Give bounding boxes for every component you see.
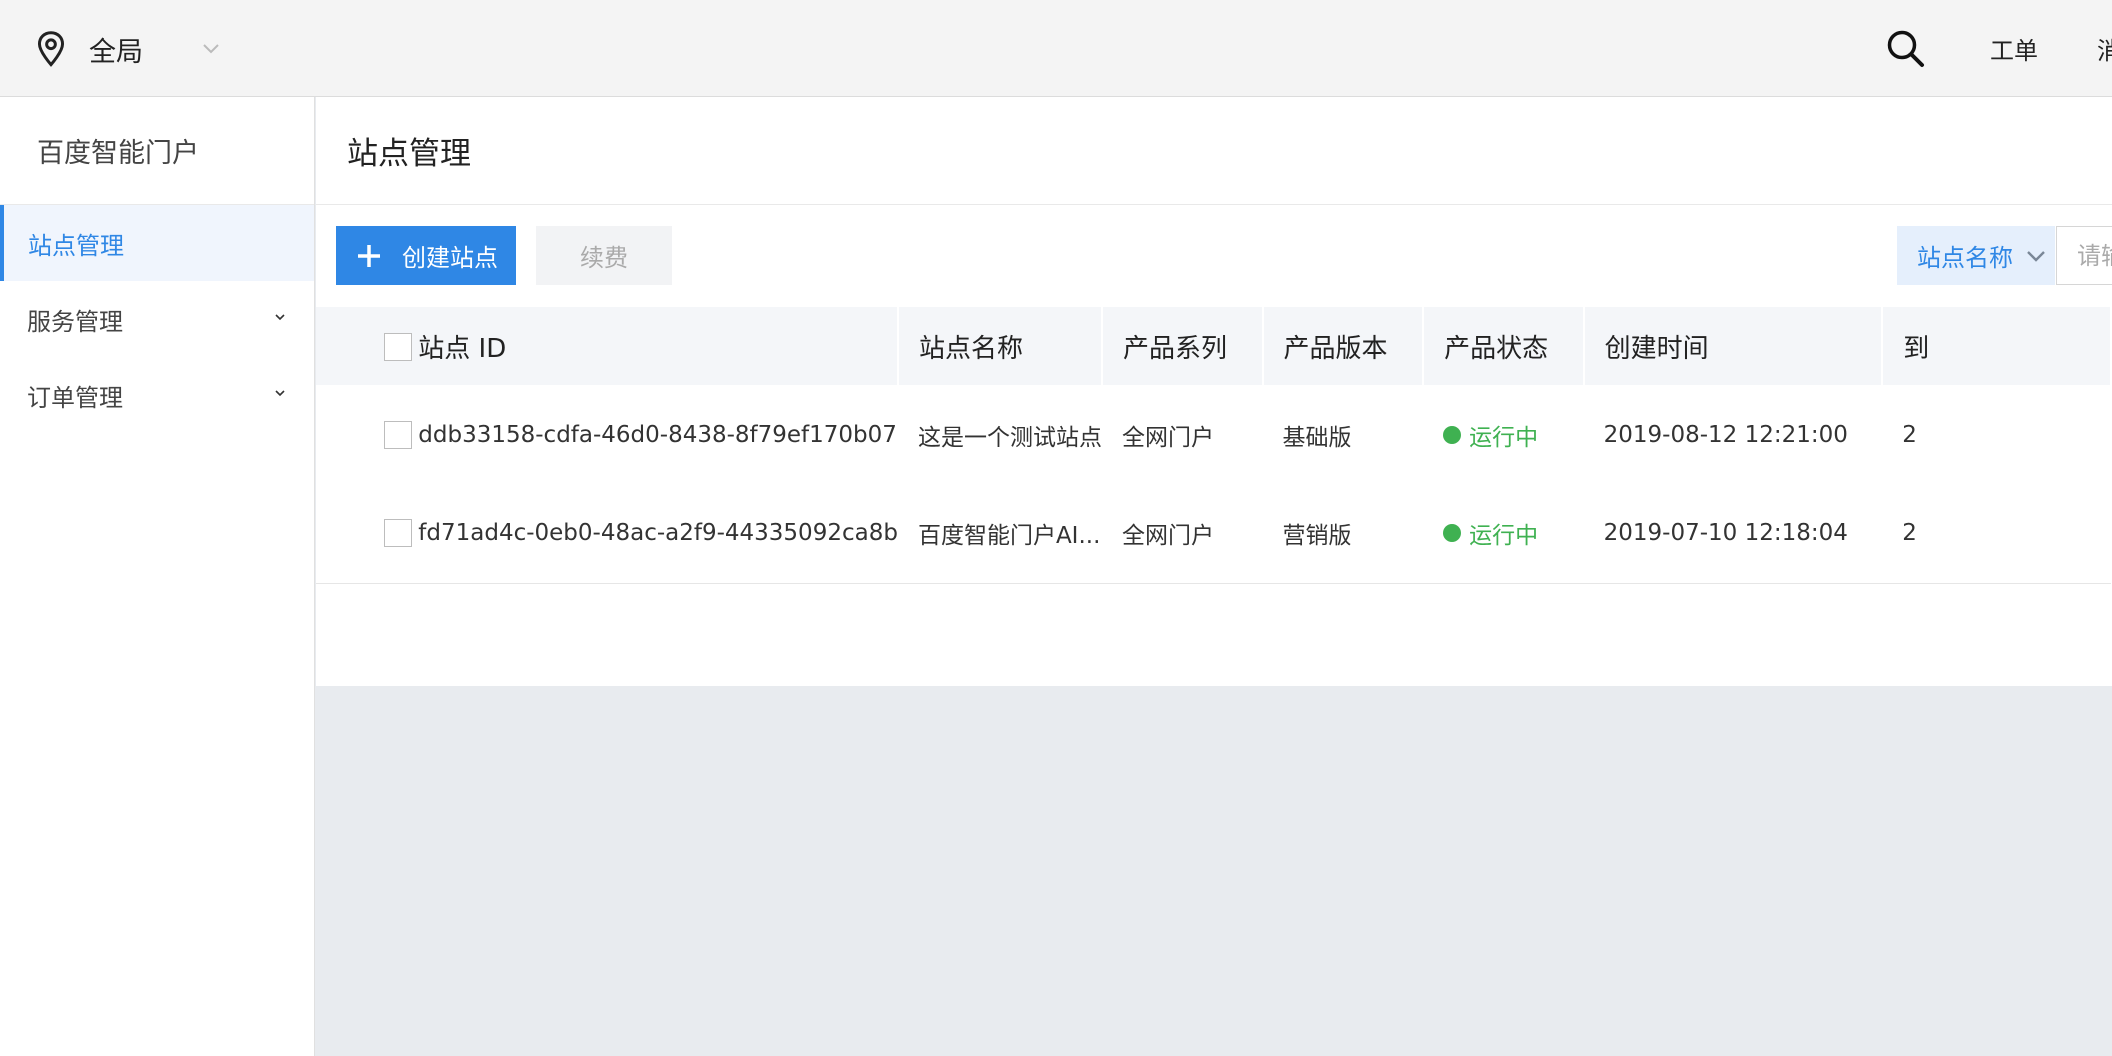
status-badge: 运行中 bbox=[1443, 516, 1538, 550]
sidebar: 百度智能门户 站点管理 服务管理 订单管理 bbox=[0, 97, 315, 1056]
filter-field-label: 站点名称 bbox=[1917, 244, 2013, 272]
column-header-product-series[interactable]: 产品系列 bbox=[1101, 307, 1264, 385]
product-series-cell: 全网门户 bbox=[1121, 424, 1214, 451]
site-id-cell: ddb33158-cdfa-46d0-8438-8f79ef170b07 bbox=[418, 421, 897, 448]
row-select-cell bbox=[316, 484, 418, 583]
chevron-down-icon bbox=[2027, 250, 2045, 262]
product-version-cell: 基础版 bbox=[1282, 424, 1352, 451]
row-select-cell bbox=[316, 385, 418, 484]
site-id-cell: fd71ad4c-0eb0-48ac-a2f9-44335092ca8b bbox=[418, 520, 898, 547]
product-series-cell: 全网门户 bbox=[1121, 523, 1214, 550]
main-panel: 站点管理 创建站点 续费 站点名称 请输 站点 ID 站点名称 产品系列 产品版… bbox=[316, 97, 2112, 686]
chevron-down-icon bbox=[275, 314, 285, 321]
column-header-product-status[interactable]: 产品状态 bbox=[1423, 307, 1585, 385]
table-header-row: 站点 ID 站点名称 产品系列 产品版本 产品状态 创建时间 到 bbox=[316, 307, 2112, 385]
status-text: 运行中 bbox=[1469, 523, 1539, 550]
sidebar-item-service-management[interactable]: 服务管理 bbox=[0, 281, 314, 357]
column-header-created-time[interactable]: 创建时间 bbox=[1583, 307, 1884, 385]
search-input[interactable] bbox=[2056, 226, 2112, 285]
row-checkbox[interactable] bbox=[384, 420, 412, 449]
status-dot-icon bbox=[1443, 524, 1462, 543]
message-link[interactable]: 消 bbox=[2097, 31, 2112, 66]
created-time-cell: 2019-07-10 12:18:04 bbox=[1603, 520, 1848, 547]
sidebar-item-label: 站点管理 bbox=[28, 231, 124, 260]
column-header-expire-time[interactable]: 到 bbox=[1882, 307, 2112, 385]
sidebar-item-site-management[interactable]: 站点管理 bbox=[0, 205, 314, 281]
create-site-label: 创建站点 bbox=[402, 245, 498, 272]
region-selector[interactable]: 全局 bbox=[34, 28, 221, 70]
chevron-down-icon bbox=[275, 390, 285, 397]
product-status-cell: 运行中 bbox=[1423, 484, 1584, 583]
created-time-cell: 2019-08-12 12:21:00 bbox=[1603, 421, 1848, 448]
column-header-product-version[interactable]: 产品版本 bbox=[1262, 307, 1425, 385]
create-site-button[interactable]: 创建站点 bbox=[336, 226, 516, 285]
renew-button[interactable]: 续费 bbox=[536, 226, 672, 285]
top-bar: 全局 工单 消 bbox=[0, 0, 2112, 97]
ticket-link[interactable]: 工单 bbox=[1990, 31, 2038, 66]
region-label: 全局 bbox=[89, 36, 143, 68]
site-name-cell: 百度智能门户AI... bbox=[917, 523, 1101, 550]
select-all-cell bbox=[316, 307, 418, 385]
toolbar: 创建站点 续费 站点名称 bbox=[316, 205, 2112, 304]
product-status-cell: 运行中 bbox=[1423, 385, 1584, 484]
status-badge: 运行中 bbox=[1443, 418, 1538, 452]
expire-time-cell: 2 bbox=[1902, 421, 1917, 448]
page-title: 站点管理 bbox=[316, 97, 2112, 205]
sidebar-item-order-management[interactable]: 订单管理 bbox=[0, 357, 314, 433]
row-checkbox[interactable] bbox=[384, 519, 412, 548]
plus-icon bbox=[358, 244, 380, 267]
chevron-down-icon bbox=[203, 44, 219, 54]
table-row: fd71ad4c-0eb0-48ac-a2f9-44335092ca8b 百度智… bbox=[316, 484, 2111, 583]
expire-time-cell: 2 bbox=[1902, 520, 1917, 547]
select-all-checkbox[interactable] bbox=[384, 332, 412, 361]
column-header-site-name[interactable]: 站点名称 bbox=[897, 307, 1103, 385]
table-row: ddb33158-cdfa-46d0-8438-8f79ef170b07 这是一… bbox=[316, 385, 2111, 484]
sidebar-item-label: 服务管理 bbox=[27, 307, 123, 336]
location-pin-icon bbox=[37, 31, 65, 67]
status-dot-icon bbox=[1443, 425, 1462, 444]
product-version-cell: 营销版 bbox=[1282, 523, 1352, 550]
sidebar-brand: 百度智能门户 bbox=[0, 97, 314, 205]
column-header-site-id[interactable]: 站点 ID bbox=[418, 307, 899, 385]
status-text: 运行中 bbox=[1469, 424, 1539, 451]
site-name-cell: 这是一个测试站点 bbox=[917, 424, 1102, 451]
sidebar-item-label: 订单管理 bbox=[27, 383, 123, 412]
site-table: 站点 ID 站点名称 产品系列 产品版本 产品状态 创建时间 到 ddb3315… bbox=[316, 307, 2112, 584]
search-icon[interactable] bbox=[1885, 28, 1925, 68]
filter-field-select[interactable]: 站点名称 bbox=[1897, 226, 2055, 285]
